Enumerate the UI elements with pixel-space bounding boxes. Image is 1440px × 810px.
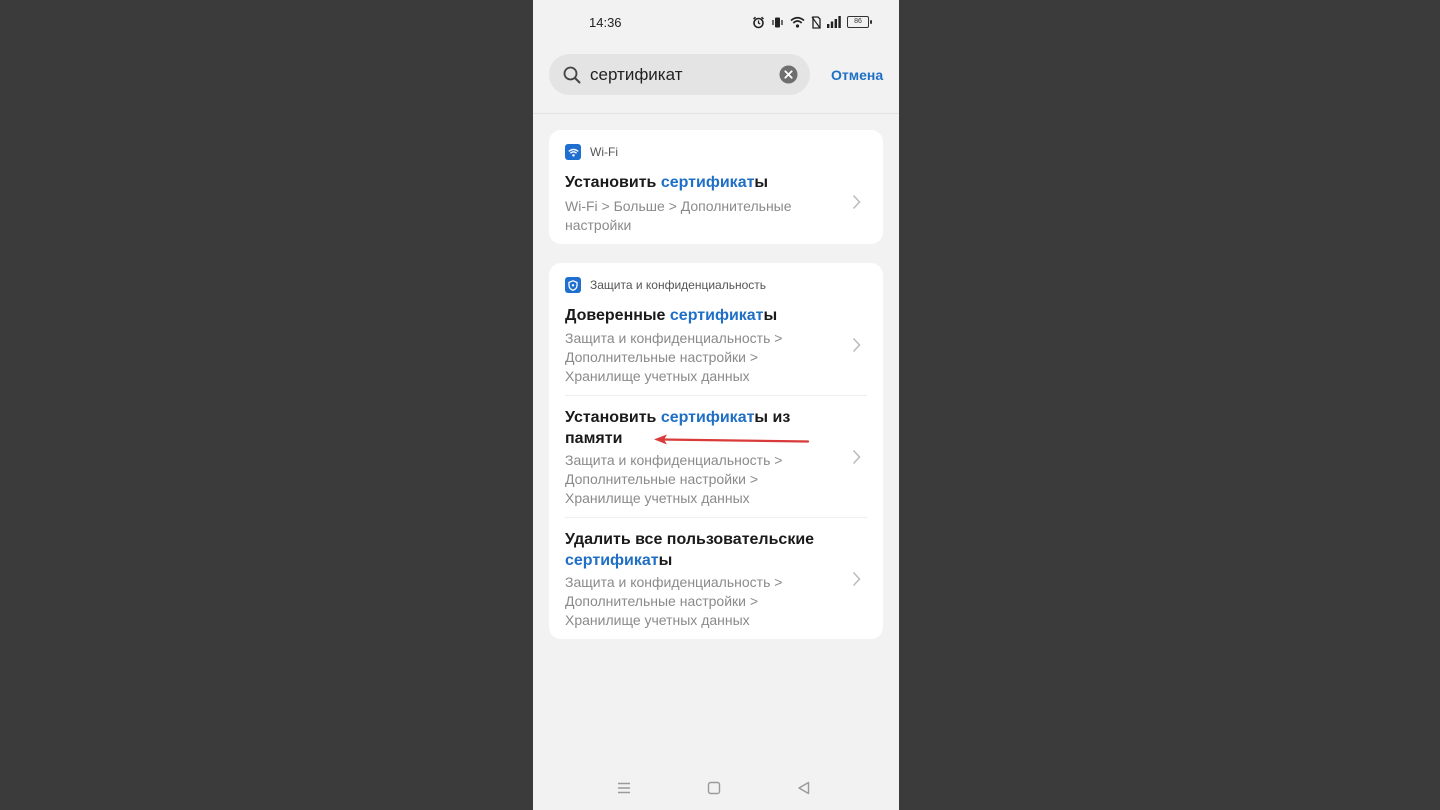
back-icon[interactable] <box>797 781 811 800</box>
chevron-right-icon <box>852 194 861 215</box>
result-section-wifi: Wi-Fi Установить сертификаты Wi-Fi > Бол… <box>549 130 883 244</box>
row-divider <box>565 395 867 396</box>
clear-search-icon[interactable] <box>779 65 798 89</box>
alarm-icon <box>752 16 765 29</box>
list-item[interactable]: Установить сертификаты из памяти Защита … <box>549 403 883 517</box>
search-row: сертификат Отмена <box>533 54 899 96</box>
search-input[interactable]: сертификат <box>549 54 810 95</box>
item-title: Удалить все пользовательские сертификаты <box>565 531 815 569</box>
search-query[interactable]: сертификат <box>590 65 682 85</box>
chevron-right-icon <box>852 449 861 470</box>
item-path: Защита и конфиденциальность > Дополнител… <box>565 452 783 506</box>
row-divider <box>565 517 867 518</box>
item-path: Защита и конфиденциальность > Дополнител… <box>565 574 783 628</box>
navigation-bar <box>533 770 899 810</box>
item-title: Доверенные сертификаты <box>565 307 778 324</box>
search-match: сертификат <box>669 307 764 324</box>
phone-screen: 14:36 86 сертификат Отмена Wi-Fi Установ… <box>533 0 899 810</box>
status-time: 14:36 <box>589 15 622 30</box>
no-sim-icon <box>811 15 821 29</box>
home-icon[interactable] <box>707 781 721 800</box>
vibrate-icon <box>771 16 784 29</box>
search-match: сертификат <box>660 409 755 426</box>
signal-icon <box>827 16 841 28</box>
menu-icon[interactable] <box>617 781 631 800</box>
shield-icon <box>565 277 581 293</box>
chevron-right-icon <box>852 571 861 592</box>
item-path: Wi-Fi > Больше > Дополнительные настройк… <box>565 198 792 233</box>
section-label: Защита и конфиденциальность <box>590 278 767 292</box>
header-divider <box>533 113 899 114</box>
search-match: сертификат <box>660 174 755 191</box>
item-title: Установить сертификаты <box>565 174 769 191</box>
list-item[interactable]: Установить сертификаты Wi-Fi > Больше > … <box>549 130 883 244</box>
item-path: Защита и конфиденциальность > Дополнител… <box>565 330 783 384</box>
wifi-icon <box>790 16 805 28</box>
cancel-button[interactable]: Отмена <box>831 67 883 83</box>
chevron-right-icon <box>852 337 861 358</box>
list-item[interactable]: Удалить все пользовательские сертификаты… <box>549 525 883 639</box>
section-header: Защита и конфиденциальность <box>565 277 766 293</box>
battery-icon: 86 <box>847 16 872 28</box>
search-match: сертификат <box>565 552 659 569</box>
red-arrow-annotation <box>650 432 812 455</box>
search-icon <box>563 66 581 89</box>
status-bar: 14:36 86 <box>533 0 899 44</box>
status-icons: 86 <box>752 14 872 30</box>
list-item[interactable]: Доверенные сертификаты Защита и конфиден… <box>549 301 883 395</box>
